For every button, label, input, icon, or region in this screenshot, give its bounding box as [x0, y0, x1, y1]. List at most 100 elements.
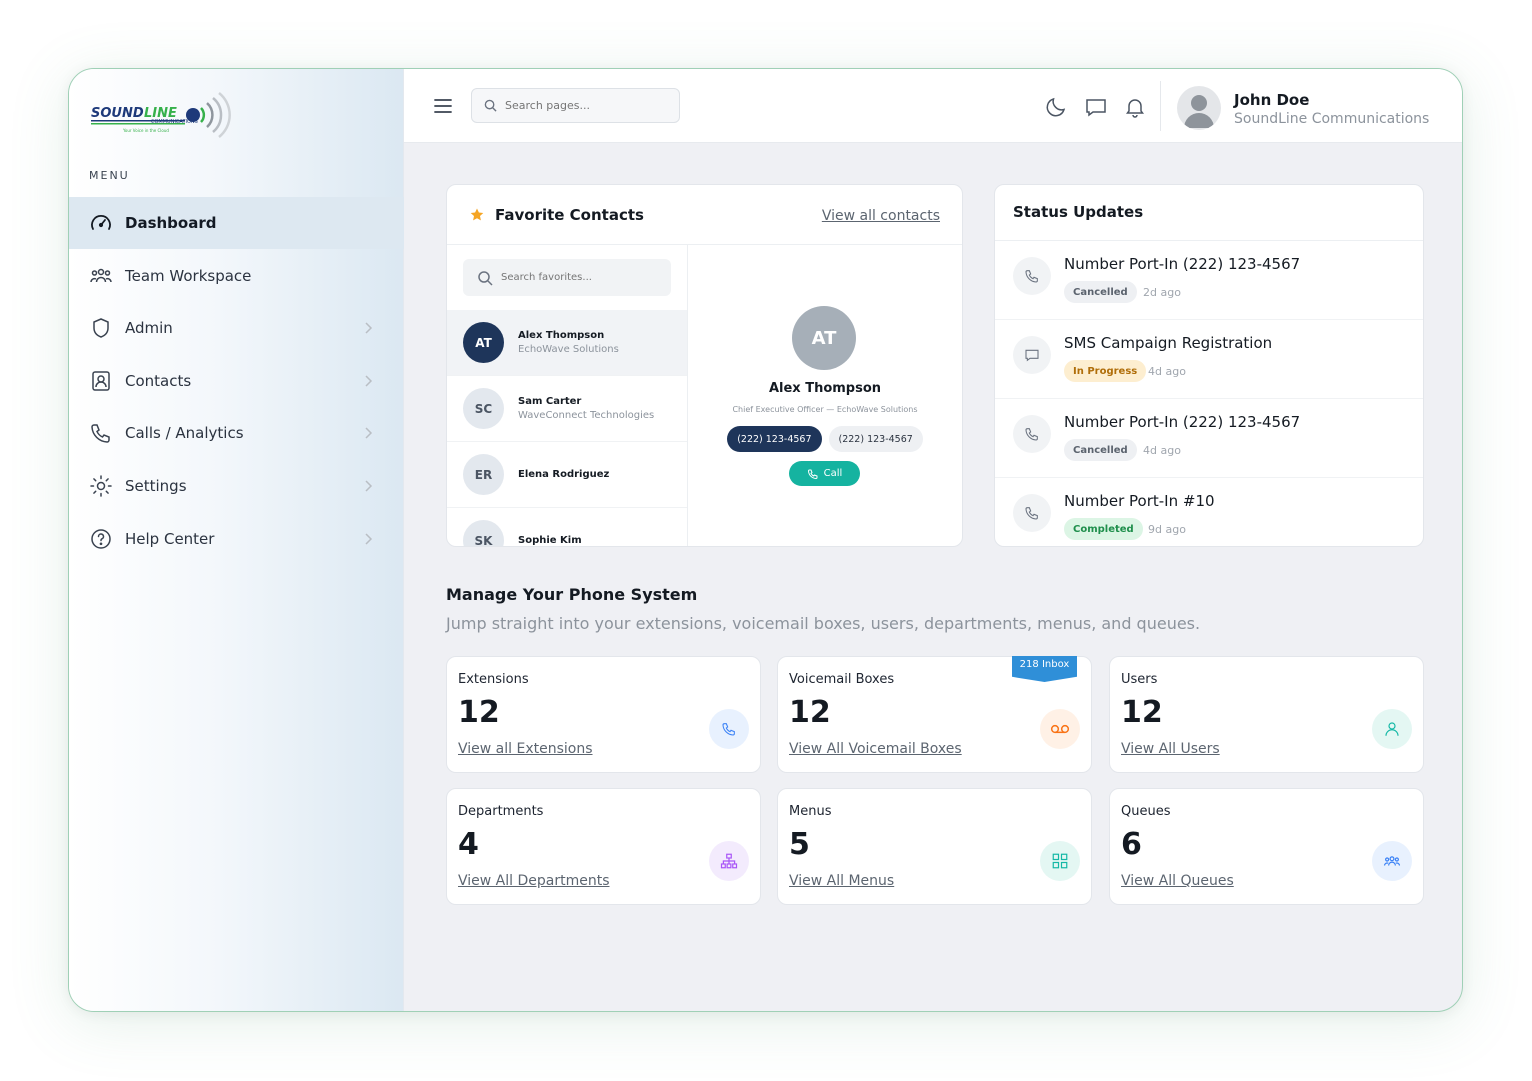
sidebar-item-settings[interactable]: Settings [69, 460, 404, 512]
departments-card[interactable]: Departments 4 View All Departments [446, 788, 761, 905]
contact-name: Sophie Kim [518, 535, 582, 546]
phone-icon [807, 469, 818, 479]
contact-avatar: SC [463, 388, 504, 429]
contact-phone-list: (222) 123-4567 (222) 123-4567 [688, 426, 962, 452]
status-item-title: Number Port-In (222) 123-4567 [1064, 255, 1301, 273]
status-item[interactable]: SMS Campaign Registration In Progress 4d… [995, 320, 1423, 399]
status-time: 4d ago [1148, 365, 1186, 378]
sidebar-item-label: Calls / Analytics [125, 424, 244, 443]
stat-label: Departments [458, 804, 544, 819]
favorite-contacts-list: AT Alex Thompson EchoWave Solutions SC S… [447, 245, 688, 546]
favorite-contacts-title: Favorite Contacts [495, 206, 644, 224]
stat-value: 12 [1121, 695, 1163, 730]
search-pages-field[interactable] [471, 88, 680, 123]
contact-avatar: SK [463, 520, 504, 546]
search-favorites-input[interactable] [501, 272, 651, 283]
view-all-contacts-link[interactable]: View all contacts [822, 208, 940, 224]
team-icon [89, 264, 113, 288]
sidebar-item-label: Admin [125, 319, 173, 338]
stat-value: 5 [789, 827, 810, 862]
top-bar: John Doe SoundLine Communications [404, 69, 1462, 143]
status-badge: Completed [1064, 518, 1143, 540]
soundline-logo[interactable]: SOUND LINE COMMUNICATIONS Your Voice in … [89, 89, 231, 143]
search-input[interactable] [505, 99, 665, 112]
stat-value: 4 [458, 827, 479, 862]
search-icon [478, 270, 493, 286]
view-all-users-link[interactable]: View All Users [1121, 741, 1220, 757]
contact-avatar: AT [463, 322, 504, 363]
app-window: SOUND LINE COMMUNICATIONS Your Voice in … [68, 68, 1463, 1012]
grid-icon [1040, 841, 1080, 881]
contact-row[interactable]: ER Elena Rodriguez [447, 442, 687, 508]
phone-number-chip-primary[interactable]: (222) 123-4567 [727, 426, 822, 452]
phone-icon [709, 709, 749, 749]
contact-company: EchoWave Solutions [518, 344, 619, 355]
contact-company: WaveConnect Technologies [518, 410, 655, 421]
users-card[interactable]: Users 12 View All Users [1109, 656, 1424, 773]
chevron-right-icon [365, 480, 373, 492]
sidebar-item-help-center[interactable]: Help Center [69, 513, 404, 565]
view-all-voicemail-boxes-link[interactable]: View All Voicemail Boxes [789, 741, 962, 757]
dark-mode-moon-icon[interactable] [1044, 95, 1068, 119]
contact-detail-name: Alex Thompson [768, 381, 882, 396]
voicemail-boxes-card[interactable]: 218 Inbox Voicemail Boxes 12 View All Vo… [777, 656, 1092, 773]
view-all-extensions-link[interactable]: View all Extensions [458, 741, 593, 757]
sidebar-item-label: Contacts [125, 371, 192, 390]
stat-label: Queues [1121, 804, 1171, 819]
notification-bell-icon[interactable] [1123, 95, 1147, 119]
star-icon [470, 208, 484, 221]
gauge-icon [89, 211, 113, 235]
queues-card[interactable]: Queues 6 View All Queues [1109, 788, 1424, 905]
call-button-label: Call [823, 468, 843, 479]
search-favorites-field[interactable] [463, 259, 671, 296]
sidebar-item-label: Team Workspace [125, 266, 252, 285]
help-icon [89, 527, 113, 551]
stat-label: Menus [789, 804, 832, 819]
phone-icon [89, 421, 113, 445]
menus-card[interactable]: Menus 5 View All Menus [777, 788, 1092, 905]
view-all-departments-link[interactable]: View All Departments [458, 873, 610, 889]
stat-label: Extensions [458, 672, 529, 687]
phone-icon [1013, 415, 1051, 453]
extensions-card[interactable]: Extensions 12 View all Extensions [446, 656, 761, 773]
messages-icon[interactable] [1084, 95, 1108, 119]
shield-icon [89, 316, 113, 340]
view-all-menus-link[interactable]: View All Menus [789, 873, 894, 889]
status-item-title: Number Port-In (222) 123-4567 [1064, 413, 1301, 431]
user-name[interactable]: John Doe [1234, 91, 1309, 109]
contact-row[interactable]: SK Sophie Kim [447, 508, 687, 546]
manage-section-title: Manage Your Phone System [446, 585, 698, 604]
message-icon [1013, 336, 1051, 374]
svg-text:Your Voice in the Cloud: Your Voice in the Cloud [122, 128, 169, 133]
sidebar-item-label: Dashboard [125, 214, 217, 232]
status-item[interactable]: Number Port-In #10 Completed 9d ago [995, 478, 1423, 546]
chevron-right-icon [365, 427, 373, 439]
view-all-queues-link[interactable]: View All Queues [1121, 873, 1234, 889]
favorite-contacts-card: Favorite Contacts View all contacts AT A… [446, 184, 963, 547]
chevron-right-icon [365, 375, 373, 387]
svg-text:COMMUNICATIONS: COMMUNICATIONS [151, 119, 198, 125]
sidebar-item-dashboard[interactable]: Dashboard [69, 197, 404, 249]
status-updates-title: Status Updates [1013, 203, 1144, 221]
sidebar-item-contacts[interactable]: Contacts [69, 355, 404, 407]
status-item[interactable]: Number Port-In (222) 123-4567 Cancelled … [995, 241, 1423, 320]
phone-number-chip-secondary[interactable]: (222) 123-4567 [828, 426, 923, 452]
contact-row[interactable]: SC Sam Carter WaveConnect Technologies [447, 376, 687, 442]
status-badge: In Progress [1064, 360, 1147, 382]
sidebar-item-team-workspace[interactable]: Team Workspace [69, 250, 404, 302]
hamburger-menu-icon[interactable] [432, 95, 454, 117]
stat-label: Users [1121, 672, 1158, 687]
sidebar-item-label: Settings [125, 476, 187, 495]
user-avatar[interactable] [1177, 86, 1221, 130]
status-item-title: SMS Campaign Registration [1064, 334, 1273, 352]
sidebar-item-label: Help Center [125, 529, 215, 548]
status-item[interactable]: Number Port-In (222) 123-4567 Cancelled … [995, 399, 1423, 478]
menu-heading: MENU [89, 169, 130, 182]
sidebar-item-admin[interactable]: Admin [69, 302, 404, 354]
user-company: SoundLine Communications [1234, 111, 1430, 127]
stat-label: Voicemail Boxes [789, 672, 895, 687]
sidebar-item-calls-analytics[interactable]: Calls / Analytics [69, 407, 404, 459]
status-badge: Cancelled [1064, 281, 1137, 303]
contact-row[interactable]: AT Alex Thompson EchoWave Solutions [447, 310, 687, 376]
call-button[interactable]: Call [789, 461, 860, 486]
